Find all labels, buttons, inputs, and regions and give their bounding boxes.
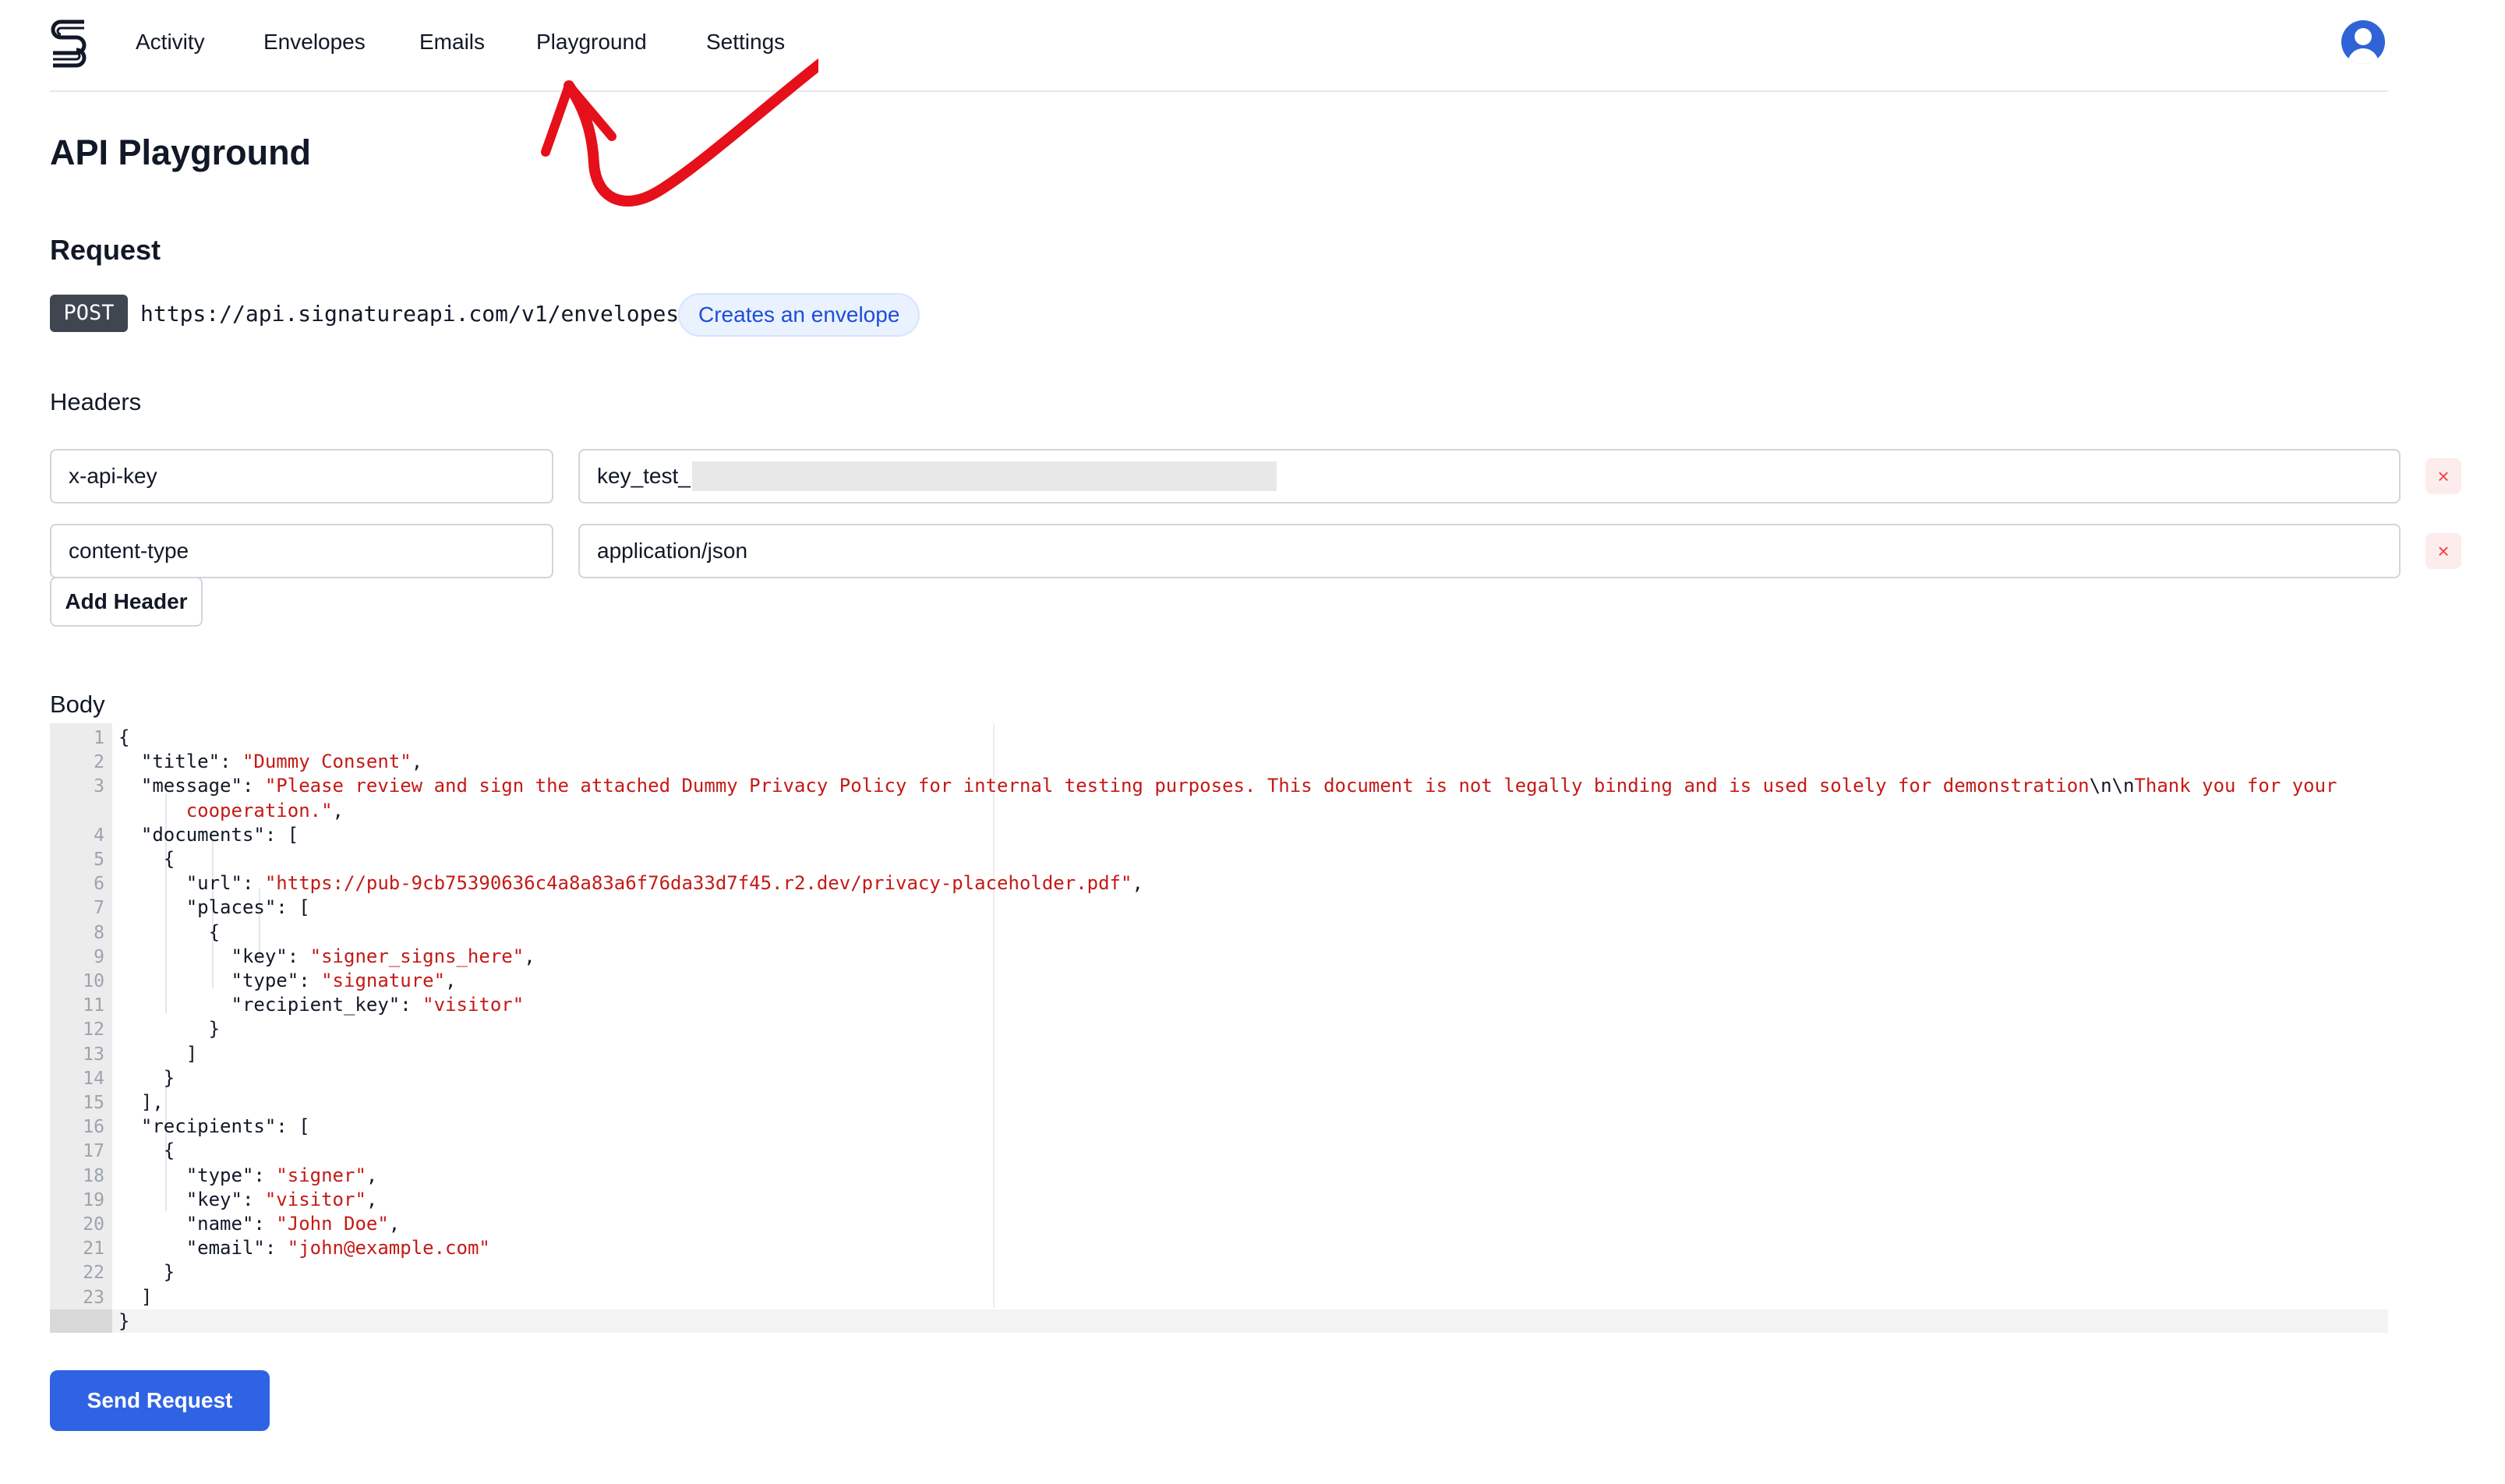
avatar-body <box>2348 48 2379 64</box>
line-number: 20 <box>83 1214 104 1235</box>
code-line: "type": "signature", <box>118 970 457 991</box>
code-line: "key": "visitor", <box>118 1188 378 1210</box>
header-value-text: key_test_ <box>597 464 691 488</box>
endpoint-description-badge: Creates an envelope <box>678 293 920 337</box>
endpoint-url: https://api.signatureapi.com/v1/envelope… <box>140 301 680 327</box>
header-name-field[interactable]: content-type <box>50 524 553 578</box>
code-line: "key": "signer_signs_here", <box>118 945 535 967</box>
send-request-button[interactable]: Send Request <box>50 1370 270 1431</box>
line-number: 21 <box>83 1238 104 1260</box>
line-number: 9 <box>94 946 104 967</box>
line-number: 11 <box>83 995 104 1016</box>
method-badge: POST <box>50 295 128 332</box>
code-line: } <box>118 1066 175 1089</box>
line-number: 19 <box>83 1189 104 1210</box>
code-line: "places": [ <box>118 896 310 919</box>
line-number: 12 <box>83 1019 104 1041</box>
code-line: "url": "https://pub-9cb75390636c4a8a83a6… <box>118 872 1143 895</box>
headers-title: Headers <box>50 388 142 415</box>
header-value-field[interactable]: application/json <box>578 524 2401 578</box>
code-line: } <box>118 1309 130 1332</box>
line-number: 3 <box>94 776 104 797</box>
remove-header-button[interactable]: × <box>2426 533 2461 569</box>
active-line-gutter <box>50 1309 112 1333</box>
header-name-field[interactable]: x-api-key <box>50 449 553 504</box>
nav-emails[interactable]: Emails <box>419 30 485 55</box>
avatar[interactable] <box>2341 20 2385 64</box>
redacted-value <box>692 461 1277 491</box>
code-line: { <box>118 920 221 943</box>
nav-envelopes[interactable]: Envelopes <box>263 30 366 55</box>
code-line: "type": "signer", <box>118 1164 378 1186</box>
line-number: 15 <box>83 1093 104 1113</box>
line-number: 17 <box>83 1141 104 1162</box>
code-line: { <box>118 726 130 748</box>
line-number: 8 <box>94 922 104 943</box>
line-number: 18 <box>83 1165 104 1186</box>
code-line: } <box>118 1261 175 1284</box>
code-line: } <box>118 1018 221 1041</box>
page-title: API Playground <box>50 132 312 172</box>
nav-settings[interactable]: Settings <box>706 30 785 55</box>
nav-activity[interactable]: Activity <box>136 30 205 55</box>
code-line: { <box>118 848 175 870</box>
code-line: "documents": [ <box>118 823 299 846</box>
code-line: "email": "john@example.com" <box>118 1237 490 1260</box>
code-line: "name": "John Doe", <box>118 1213 401 1235</box>
line-number-gutter: 123456789101112131415161718192021222324 <box>50 723 112 1333</box>
code-line: ] <box>118 1285 153 1308</box>
print-margin <box>993 723 995 1308</box>
top-nav: Activity Envelopes Emails Playground Set… <box>50 0 2388 92</box>
request-title: Request <box>50 234 161 266</box>
code-line: "title": "Dummy Consent", <box>118 751 423 773</box>
logo-icon[interactable] <box>50 17 87 70</box>
line-number: 6 <box>94 874 104 895</box>
code-line: cooperation.", <box>185 799 344 822</box>
code-editor[interactable]: 123456789101112131415161718192021222324 … <box>50 723 2388 1333</box>
line-number: 7 <box>94 898 104 919</box>
line-number: 13 <box>83 1044 104 1065</box>
active-line-highlight <box>112 1309 2388 1333</box>
line-number: 16 <box>83 1117 104 1138</box>
code-line: "message": "Please review and sign the a… <box>118 775 2337 797</box>
body-title: Body <box>50 691 105 718</box>
line-number: 22 <box>83 1263 104 1284</box>
remove-header-button[interactable]: × <box>2426 458 2461 494</box>
line-number: 2 <box>94 752 104 773</box>
avatar-head <box>2355 28 2372 45</box>
line-number: 23 <box>83 1287 104 1308</box>
add-header-button[interactable]: Add Header <box>50 577 203 627</box>
header-value-field[interactable]: key_test_ <box>578 449 2401 504</box>
nav-playground[interactable]: Playground <box>536 30 647 55</box>
line-number: 5 <box>94 850 104 870</box>
line-number: 4 <box>94 825 104 846</box>
code-line: "recipients": [ <box>118 1115 310 1138</box>
line-number: 1 <box>94 728 104 748</box>
code-line: "recipient_key": "visitor" <box>118 994 525 1016</box>
code-line: { <box>118 1140 175 1162</box>
line-number: 14 <box>83 1068 104 1089</box>
code-line: ] <box>118 1042 198 1065</box>
line-number: 10 <box>83 971 104 991</box>
code-line: ], <box>118 1091 164 1113</box>
